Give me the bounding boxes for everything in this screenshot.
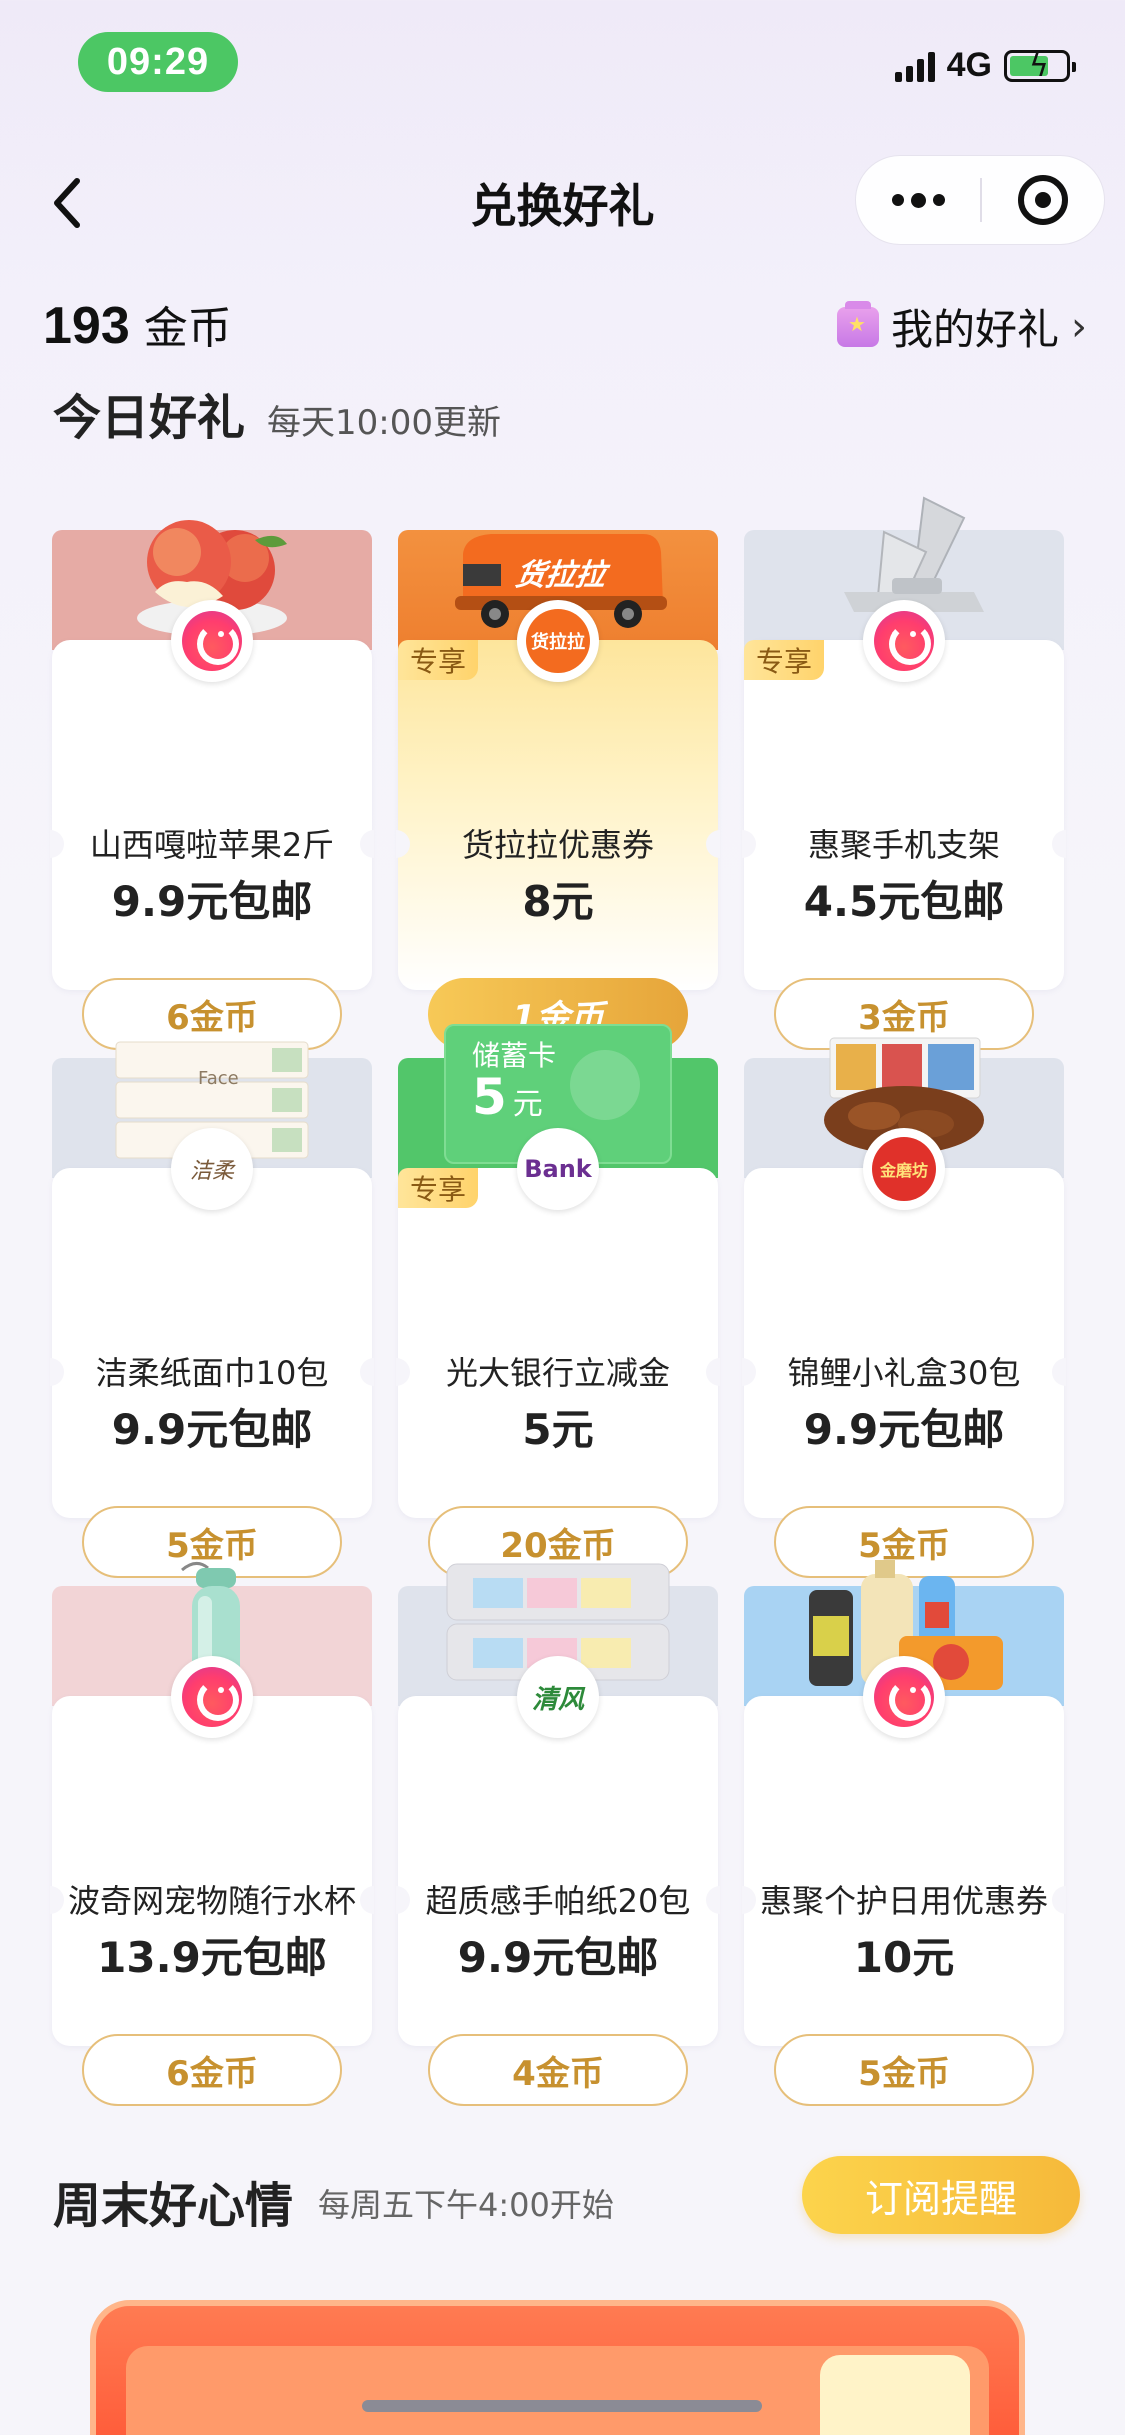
gift-card[interactable]: 惠聚手机支架 4.5元包邮 3金币 专享 <box>742 496 1066 1050</box>
paw-icon <box>820 2355 970 2435</box>
gift-card[interactable]: 惠聚个护日用优惠券 10元 5金币 <box>742 1560 1066 2106</box>
my-gifts-label: 我的好礼 <box>890 305 1059 354</box>
today-section-header: 今日好礼 每天10:00更新 <box>53 378 501 448</box>
coin-balance: 193 金币 <box>43 292 232 356</box>
huiju-logo <box>171 1656 253 1738</box>
gift-card[interactable]: 锦鲤小礼盒30包 9.9元包邮 5金币 金磨坊 <box>742 1037 1066 1578</box>
gift-name: 货拉拉优惠券 <box>461 826 654 864</box>
gift-price: 9.9元包邮 <box>111 1405 313 1454</box>
gift-name: 洁柔纸面巾10包 <box>95 1354 329 1392</box>
back-button[interactable] <box>42 168 92 238</box>
gift-name: 超质感手帕纸20包 <box>425 1882 691 1920</box>
exclusive-tag: 专享 <box>744 640 825 680</box>
huiju-logo <box>863 600 945 682</box>
huiju-logo <box>863 1656 945 1738</box>
gift-name: 惠聚手机支架 <box>807 826 1000 864</box>
gift-card[interactable]: 储蓄卡 5 元 光大银行立减金 5元 20金币 专享 Bank <box>396 1024 720 1578</box>
gift-price: 9.9元包邮 <box>457 1933 659 1982</box>
status-time: 09:29 <box>78 32 238 92</box>
signal-icon <box>894 50 935 82</box>
gift-price: 8元 <box>522 877 594 926</box>
jierou-logo: 洁柔 <box>171 1128 253 1210</box>
coin-count: 193 <box>43 297 130 355</box>
gift-price: 9.9元包邮 <box>803 1405 1005 1454</box>
section-title: 今日好礼 <box>53 390 246 446</box>
redeem-button[interactable]: 6金币 <box>82 2034 342 2106</box>
gift-card[interactable]: 货拉拉 货拉拉优惠券 8元 1金币 专享 货拉拉 <box>396 530 720 1050</box>
huiju-logo <box>171 600 253 682</box>
close-miniprogram-button[interactable] <box>982 175 1104 225</box>
home-indicator[interactable] <box>362 2400 762 2412</box>
gift-name: 山西嘎啦苹果2斤 <box>89 826 335 864</box>
my-gifts-link[interactable]: 我的好礼 › <box>836 296 1087 357</box>
weekend-section-subtitle: 每周五下午4:00开始 <box>318 2186 614 2224</box>
target-icon <box>1018 175 1068 225</box>
gift-card[interactable]: 山西嘎啦苹果2斤 9.9元包邮 6金币 <box>50 520 374 1050</box>
qingfeng-logo: 清风 <box>517 1656 599 1738</box>
bank-logo: Bank <box>517 1128 599 1210</box>
chevron-left-icon <box>54 178 80 228</box>
exclusive-tag: 专享 <box>398 1168 479 1208</box>
jinmofang-logo: 金磨坊 <box>863 1128 945 1210</box>
chevron-right-icon: › <box>1071 303 1087 350</box>
gift-price: 13.9元包邮 <box>97 1933 327 1982</box>
huolala-logo: 货拉拉 <box>517 600 599 682</box>
gift-name: 光大银行立减金 <box>445 1354 670 1392</box>
miniprogram-capsule <box>855 155 1105 245</box>
gift-price: 5元 <box>522 1405 594 1454</box>
gift-price: 4.5元包邮 <box>803 877 1005 926</box>
gift-card[interactable]: 波奇网宠物随行水杯 13.9元包邮 6金币 <box>50 1562 374 2106</box>
gift-name: 波奇网宠物随行水杯 <box>67 1882 356 1920</box>
gift-name: 锦鲤小礼盒30包 <box>787 1354 1021 1392</box>
exclusive-tag: 专享 <box>398 640 479 680</box>
subscribe-reminder-button[interactable]: 订阅提醒 <box>802 2156 1080 2234</box>
section-subtitle: 每天10:00更新 <box>267 403 501 443</box>
status-icons: 4G ϟ <box>894 46 1076 85</box>
gift-card[interactable]: 超质感手帕纸20包 9.9元包邮 4金币 清风 <box>396 1563 720 2106</box>
van-brand-text: 货拉拉 <box>513 558 608 593</box>
battery-icon: ϟ <box>1004 49 1076 84</box>
gift-price: 10元 <box>853 1933 955 1982</box>
gift-name: 惠聚个护日用优惠券 <box>759 1882 1048 1920</box>
tissue-pack-label: Face <box>198 1068 239 1089</box>
redeem-button[interactable]: 5金币 <box>774 2034 1034 2106</box>
gift-card[interactable]: Face 洁柔纸面巾10包 9.9元包邮 5金币 洁柔 <box>50 1041 374 1578</box>
more-button[interactable] <box>856 156 980 244</box>
weekend-section-title: 周末好心情 <box>53 2178 294 2234</box>
coin-unit: 金币 <box>143 303 232 354</box>
network-type: 4G <box>946 46 992 84</box>
debit-card-unit: 元 <box>512 1087 543 1122</box>
gift-icon <box>836 300 879 347</box>
gift-price: 9.9元包邮 <box>111 877 313 926</box>
redeem-button[interactable]: 4金币 <box>428 2034 688 2106</box>
debit-card-amount: 5 <box>472 1068 507 1126</box>
